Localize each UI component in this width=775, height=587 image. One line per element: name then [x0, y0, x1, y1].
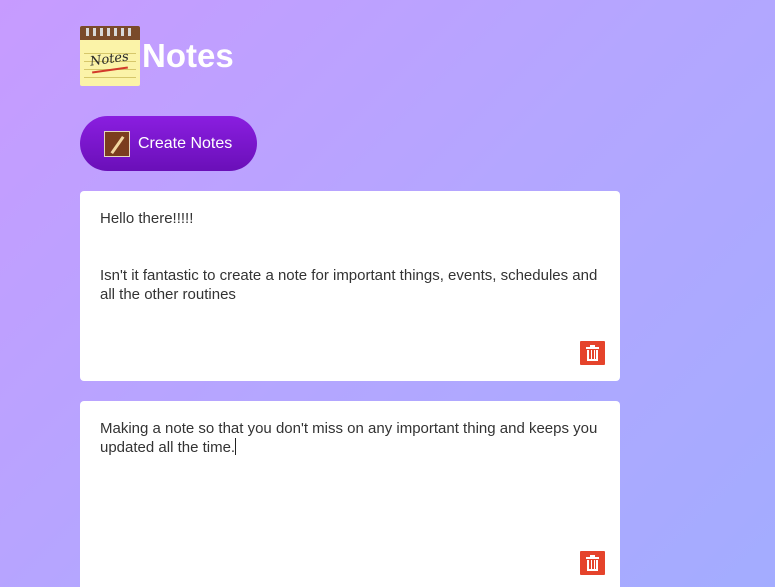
create-notes-button[interactable]: Create Notes [80, 116, 257, 171]
trash-icon [586, 554, 599, 571]
pen-icon [104, 130, 130, 157]
app-header: Notes Notes [80, 26, 234, 86]
delete-note-button[interactable] [580, 341, 605, 365]
note-textarea[interactable]: Hello there!!!!! Isn't it fantastic to c… [100, 209, 600, 304]
note-textarea[interactable]: Making a note so that you don't miss on … [100, 419, 600, 457]
create-notes-label: Create Notes [138, 134, 233, 152]
page-title: Notes [142, 37, 234, 74]
notepad-icon: Notes [80, 26, 140, 86]
trash-icon [586, 344, 599, 361]
note-card: Making a note so that you don't miss on … [80, 401, 620, 587]
note-card: Hello there!!!!! Isn't it fantastic to c… [80, 191, 620, 381]
note-text: Making a note so that you don't miss on … [100, 420, 602, 456]
text-cursor [235, 438, 237, 455]
delete-note-button[interactable] [580, 551, 605, 575]
